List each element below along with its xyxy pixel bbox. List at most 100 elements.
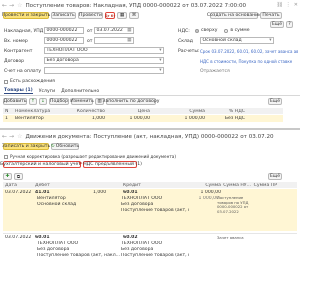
more-menu[interactable]: Ещё	[270, 21, 284, 28]
back-arrow-icon[interactable]: ←	[2, 133, 7, 140]
vat-settings-link[interactable]: НДС в стоимости, Покупка по одной ставке	[200, 59, 298, 64]
create-on-basis-button[interactable]: ▦	[117, 12, 127, 19]
table-row[interactable]: 1 Вентилятор 1,000 1 000,00 1 000,00 Без…	[3, 115, 283, 122]
row-item: Вентилятор	[15, 116, 44, 121]
row-credit-sub-3: Поступление товаров (акт, накл...	[121, 207, 189, 213]
col-credit: Кредит	[123, 182, 141, 188]
refresh-button[interactable]: ↻ Обновить	[51, 143, 79, 150]
post-and-close-button[interactable]: Провести и закрыть	[2, 12, 50, 19]
save-and-close-button[interactable]: Записать и закрыть	[2, 143, 50, 150]
row-sum: 1 000,00	[184, 116, 205, 121]
contract-value: Без договора	[46, 58, 79, 63]
calendar-icon[interactable]: ▦	[127, 28, 131, 33]
form-number-field[interactable]: 0000-000022	[44, 27, 84, 34]
vat-status: Отражается	[200, 69, 230, 74]
dropdown-icon[interactable]: ▾	[269, 38, 271, 43]
col-n: N	[5, 108, 9, 114]
col-debit: Дебет	[35, 182, 50, 188]
row-date: 03.07.2022	[5, 189, 32, 195]
row-date: 03.07.2022	[5, 234, 32, 240]
move-down-button[interactable]: ↓	[39, 98, 47, 105]
col-qty: Количество	[76, 108, 105, 114]
row-debit-sub-2: Основной склад	[37, 201, 77, 207]
warehouse-field[interactable]: Основной склад ▾	[200, 37, 274, 44]
invoice-label: Счет на оплату	[4, 69, 42, 74]
row-note: Зачет аванса	[217, 235, 244, 240]
post-button[interactable]: Провести	[78, 12, 103, 19]
form-date-value: 03.07.2022	[96, 28, 123, 33]
favorite-star-icon[interactable]: ☆	[17, 2, 22, 9]
col-date: Дата	[5, 182, 17, 188]
tab-goods[interactable]: Товары (1)	[4, 88, 33, 94]
favorite-star-icon[interactable]: ☆	[17, 133, 22, 140]
contract-field[interactable]: Без договора ▾	[44, 57, 164, 64]
col-vat: % НДС	[228, 108, 245, 114]
plus-icon: ✚	[5, 174, 10, 179]
incoming-number-field[interactable]: 0000-000022	[44, 37, 84, 44]
tab-services[interactable]: Услуги	[39, 89, 55, 94]
fill-by-contract-button[interactable]: Заполнить по договору	[103, 98, 160, 105]
dropdown-icon[interactable]: ▾	[159, 48, 161, 53]
invoice-field[interactable]: ▾	[44, 67, 164, 74]
link-icon[interactable]: ⛓	[276, 2, 282, 8]
change-button[interactable]: Изменить	[70, 98, 94, 105]
forward-arrow-icon[interactable]: →	[9, 2, 14, 9]
col-sum: Сумма	[189, 108, 205, 114]
form-number-label: Накладная, УПД №	[4, 29, 50, 34]
create-on-basis-menu[interactable]: Создать на основании	[207, 12, 261, 19]
document-tabs: Товары (1) Услуги Дополнительно	[4, 88, 105, 94]
move-up-button[interactable]: ↑	[29, 98, 37, 105]
settlements-link[interactable]: Срок 03.07.2022, 60.01, 60.02, зачет ава…	[200, 49, 298, 54]
col-item: Номенклатура	[15, 108, 51, 114]
incoming-number-label: Вх. номер	[4, 39, 28, 44]
dt-kt-button[interactable]: Дт Кт	[105, 12, 115, 19]
row-note: Поступление товаров по УПД 0000-000022 о…	[217, 195, 249, 214]
dropdown-icon[interactable]: ▾	[159, 68, 161, 73]
form-date-field[interactable]: 03.07.2022 ▦	[94, 27, 134, 34]
row-credit-sub-3: Поступление товаров (акт, накл...	[121, 252, 189, 258]
calendar-icon[interactable]: ▦	[127, 38, 131, 43]
counterparty-value: ТЕХНОПЛАТ ООО	[46, 48, 88, 53]
vat-radio-on-top[interactable]	[195, 28, 199, 33]
dt-kt-label: Дт Кт	[104, 13, 116, 18]
row-credit-sub-2: Без договора	[121, 201, 154, 207]
counterparty-field[interactable]: ТЕХНОПЛАТ ООО ▾	[44, 47, 164, 54]
discrepancies-label: Есть расхождения	[10, 79, 55, 84]
back-arrow-icon[interactable]: ←	[2, 2, 7, 9]
print-menu[interactable]: Печать	[260, 12, 282, 19]
refresh-icon: ↻	[50, 144, 55, 149]
vat-radio-in-sum[interactable]	[224, 28, 229, 33]
paperclip-icon: ⌘	[131, 13, 137, 18]
row-debit-sub-2: Без договора	[37, 246, 70, 252]
help-button[interactable]: ?	[286, 21, 293, 28]
warehouse-label: Склад	[178, 39, 193, 44]
manual-adjust-checkbox[interactable]	[4, 154, 8, 159]
table-more-menu[interactable]: Ещё	[268, 98, 282, 105]
movements-more-menu[interactable]: Ещё	[268, 173, 282, 180]
movements-window: ← → ☆ Движения документа: Поступление (а…	[0, 128, 300, 294]
tab-vat-presented[interactable]: ⚑ НДС предъявленный (1)	[78, 161, 142, 168]
table-row[interactable]: 03.07.2022 41.01 1,000 60.01 1 000,00 Ве…	[3, 189, 297, 231]
close-icon[interactable]: ✕	[294, 2, 298, 8]
save-button[interactable]: Записать	[51, 12, 76, 19]
col-price: Цена	[137, 108, 150, 114]
arrow-down-icon: ↓	[41, 99, 45, 104]
forward-arrow-icon[interactable]: →	[9, 133, 14, 140]
copy-icon: ⧉	[16, 174, 21, 180]
add-row-button[interactable]: Добавить	[3, 98, 27, 105]
discrepancies-checkbox[interactable]	[4, 79, 8, 84]
more-icon[interactable]: ⋮	[286, 2, 291, 8]
row-debit-sum: 1 000,00	[198, 195, 219, 201]
copy-icon-button[interactable]: ⧉	[14, 173, 23, 180]
settlements-label: Расчеты:	[178, 49, 200, 54]
table-row[interactable]: 03.07.2022 60.01 60.02 ТЕХНОПЛАТ ООО ТЕХ…	[3, 233, 297, 260]
dropdown-icon[interactable]: ▾	[159, 58, 161, 63]
row-credit: 60.01	[123, 189, 138, 195]
attach-button[interactable]: ⌘	[129, 12, 139, 19]
incoming-date-field[interactable]: ▦	[94, 37, 134, 44]
from-label: от	[87, 29, 93, 34]
tab-additional[interactable]: Дополнительно	[61, 89, 99, 94]
tab-accounting-tax[interactable]: ⚑ Бухгалтерский и налоговый учет (2)	[0, 161, 89, 168]
add-icon-button[interactable]: ✚	[3, 173, 12, 180]
pick-button[interactable]: Подбор	[49, 98, 69, 105]
